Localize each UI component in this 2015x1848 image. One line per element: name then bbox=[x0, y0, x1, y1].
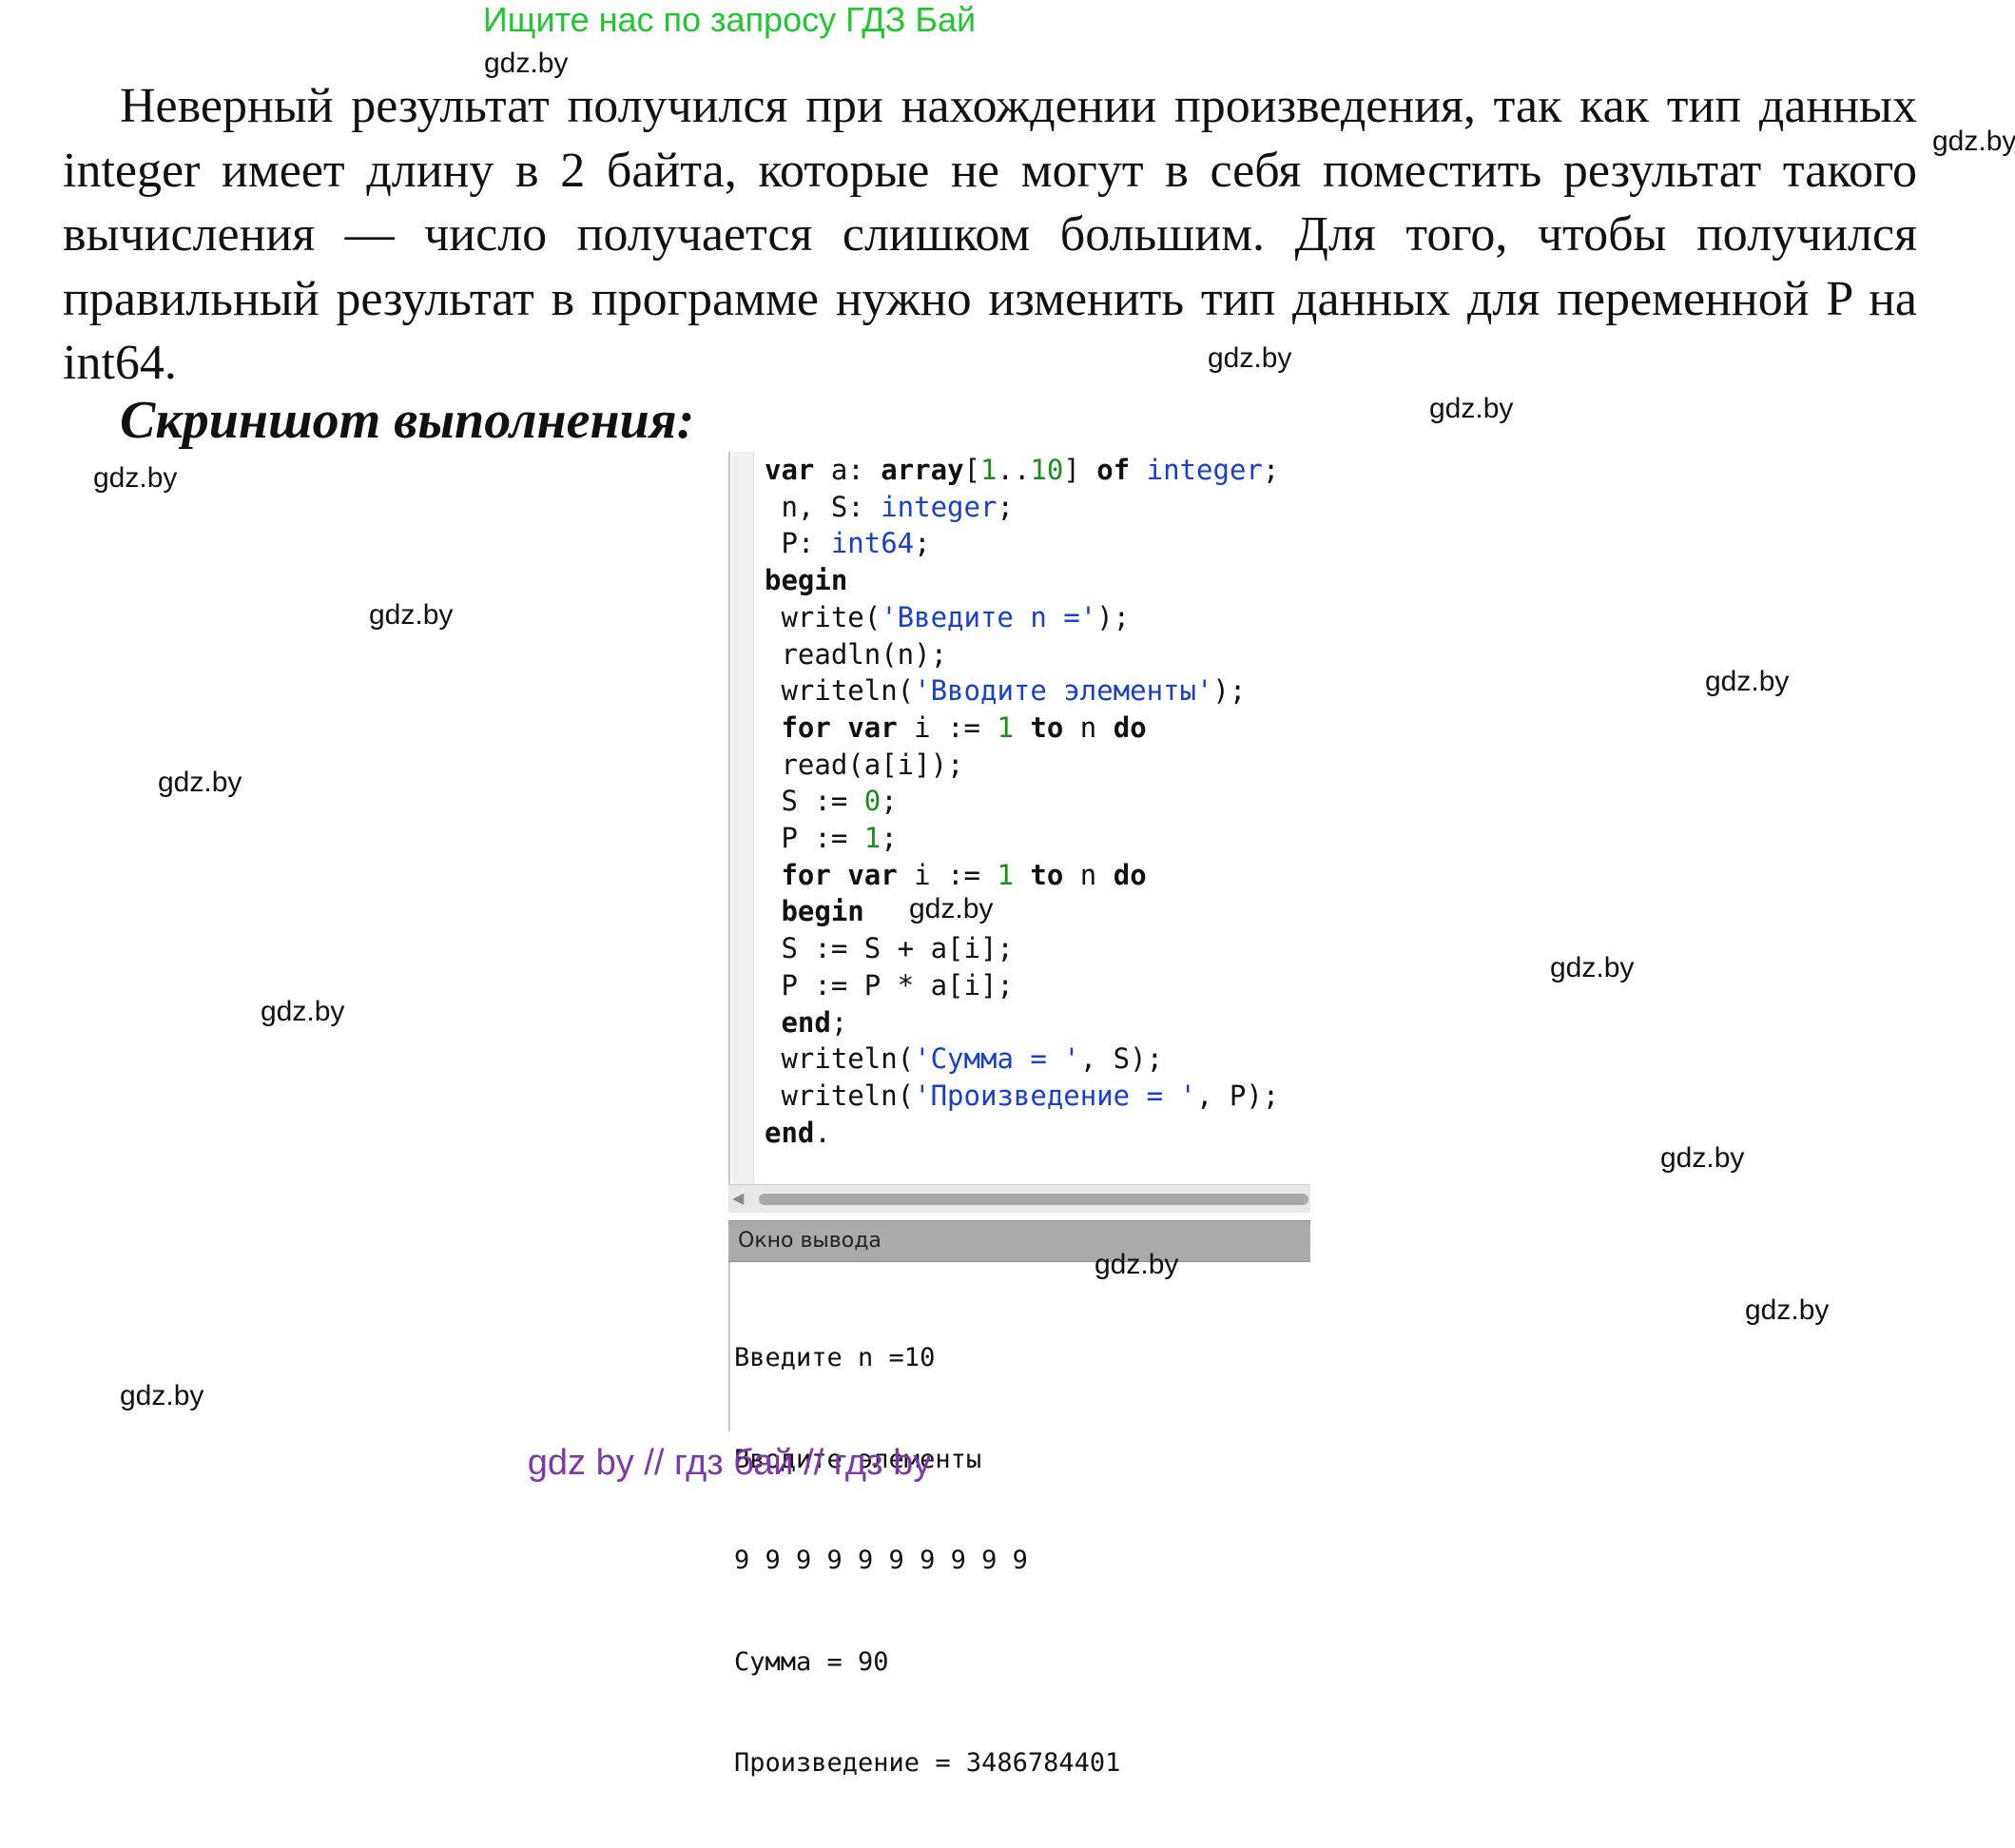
watermark: gdz.by bbox=[261, 996, 345, 1027]
explanation-paragraph: Неверный результат получился при нахожде… bbox=[63, 79, 1917, 390]
screenshot-heading: Скриншот выполнения: bbox=[120, 391, 695, 450]
code-text: var a: array[1..10] of integer; n, S: in… bbox=[765, 452, 1279, 1151]
code-line: write('Введите n ='); bbox=[765, 600, 1131, 633]
output-line: Произведение = 3486784401 bbox=[734, 1748, 1121, 1778]
watermark: gdz.by bbox=[1745, 1294, 1830, 1326]
code-line: P := P * a[i]; bbox=[765, 968, 1014, 1002]
watermark: gdz.by bbox=[1095, 1249, 1179, 1280]
output-line: Сумма = 90 bbox=[734, 1646, 889, 1677]
code-line: readln(n); bbox=[765, 637, 948, 671]
output-window: Введите n =10 Вводите элементы 9 9 9 9 9… bbox=[728, 1262, 1310, 1778]
pascal-ide-screenshot: var a: array[1..10] of integer; n, S: in… bbox=[728, 452, 1310, 1778]
code-line: S := 0; bbox=[765, 785, 898, 818]
code-line: S := S + a[i]; bbox=[765, 932, 1014, 965]
output-window-title: Окно вывода bbox=[728, 1220, 1310, 1262]
code-line: read(a[i]); bbox=[765, 748, 964, 781]
code-line: for var i := 1 to n do bbox=[781, 858, 1147, 891]
top-banner: Ищите нас по запросу ГДЗ Бай bbox=[482, 0, 977, 39]
watermark: gdz.by bbox=[1660, 1142, 1745, 1174]
code-line: n, S: integer; bbox=[765, 490, 1014, 523]
editor-gutter bbox=[732, 452, 754, 1184]
watermark: gdz.by bbox=[120, 1380, 204, 1411]
watermark: gdz.by bbox=[484, 48, 569, 79]
code-line: P := 1; bbox=[765, 822, 898, 855]
scroll-left-arrow-icon[interactable]: ◀ bbox=[732, 1188, 751, 1209]
scrollbar-thumb[interactable] bbox=[759, 1194, 1308, 1205]
code-editor[interactable]: var a: array[1..10] of integer; n, S: in… bbox=[728, 452, 1310, 1184]
watermark: gdz.by bbox=[369, 599, 454, 631]
code-line: end. bbox=[765, 1116, 831, 1149]
watermark: gdz.by bbox=[909, 893, 994, 924]
watermark: gdz.by bbox=[93, 462, 178, 494]
output-line: 9 9 9 9 9 9 9 9 9 9 bbox=[734, 1546, 1028, 1575]
watermark: gdz.by bbox=[1429, 393, 1514, 424]
watermark: gdz.by bbox=[158, 767, 242, 798]
code-line: for var i := 1 to n do bbox=[781, 710, 1147, 744]
watermark: gdz.by bbox=[1932, 126, 2015, 157]
code-line: begin bbox=[765, 564, 848, 597]
footer-links: gdz by // гдз бай // гдз by bbox=[527, 1443, 932, 1483]
code-line: writeln('Сумма = ', S); bbox=[765, 1042, 1164, 1076]
output-line: Введите n =10 bbox=[734, 1343, 936, 1372]
code-line: begin bbox=[781, 895, 864, 928]
code-line: writeln('Вводите элементы'); bbox=[765, 674, 1247, 708]
watermark: gdz.by bbox=[1705, 666, 1790, 697]
watermark: gdz.by bbox=[1550, 952, 1635, 983]
output-text: Введите n =10 Вводите элементы 9 9 9 9 9… bbox=[734, 1274, 1120, 1848]
code-line: end; bbox=[781, 1005, 848, 1039]
horizontal-scrollbar[interactable]: ◀ bbox=[728, 1184, 1310, 1213]
code-line: var a: array[1..10] of integer; bbox=[765, 454, 1280, 486]
code-line: writeln('Произведение = ', P); bbox=[765, 1079, 1280, 1112]
code-line: P: int64; bbox=[765, 527, 931, 560]
watermark: gdz.by bbox=[1208, 342, 1292, 374]
